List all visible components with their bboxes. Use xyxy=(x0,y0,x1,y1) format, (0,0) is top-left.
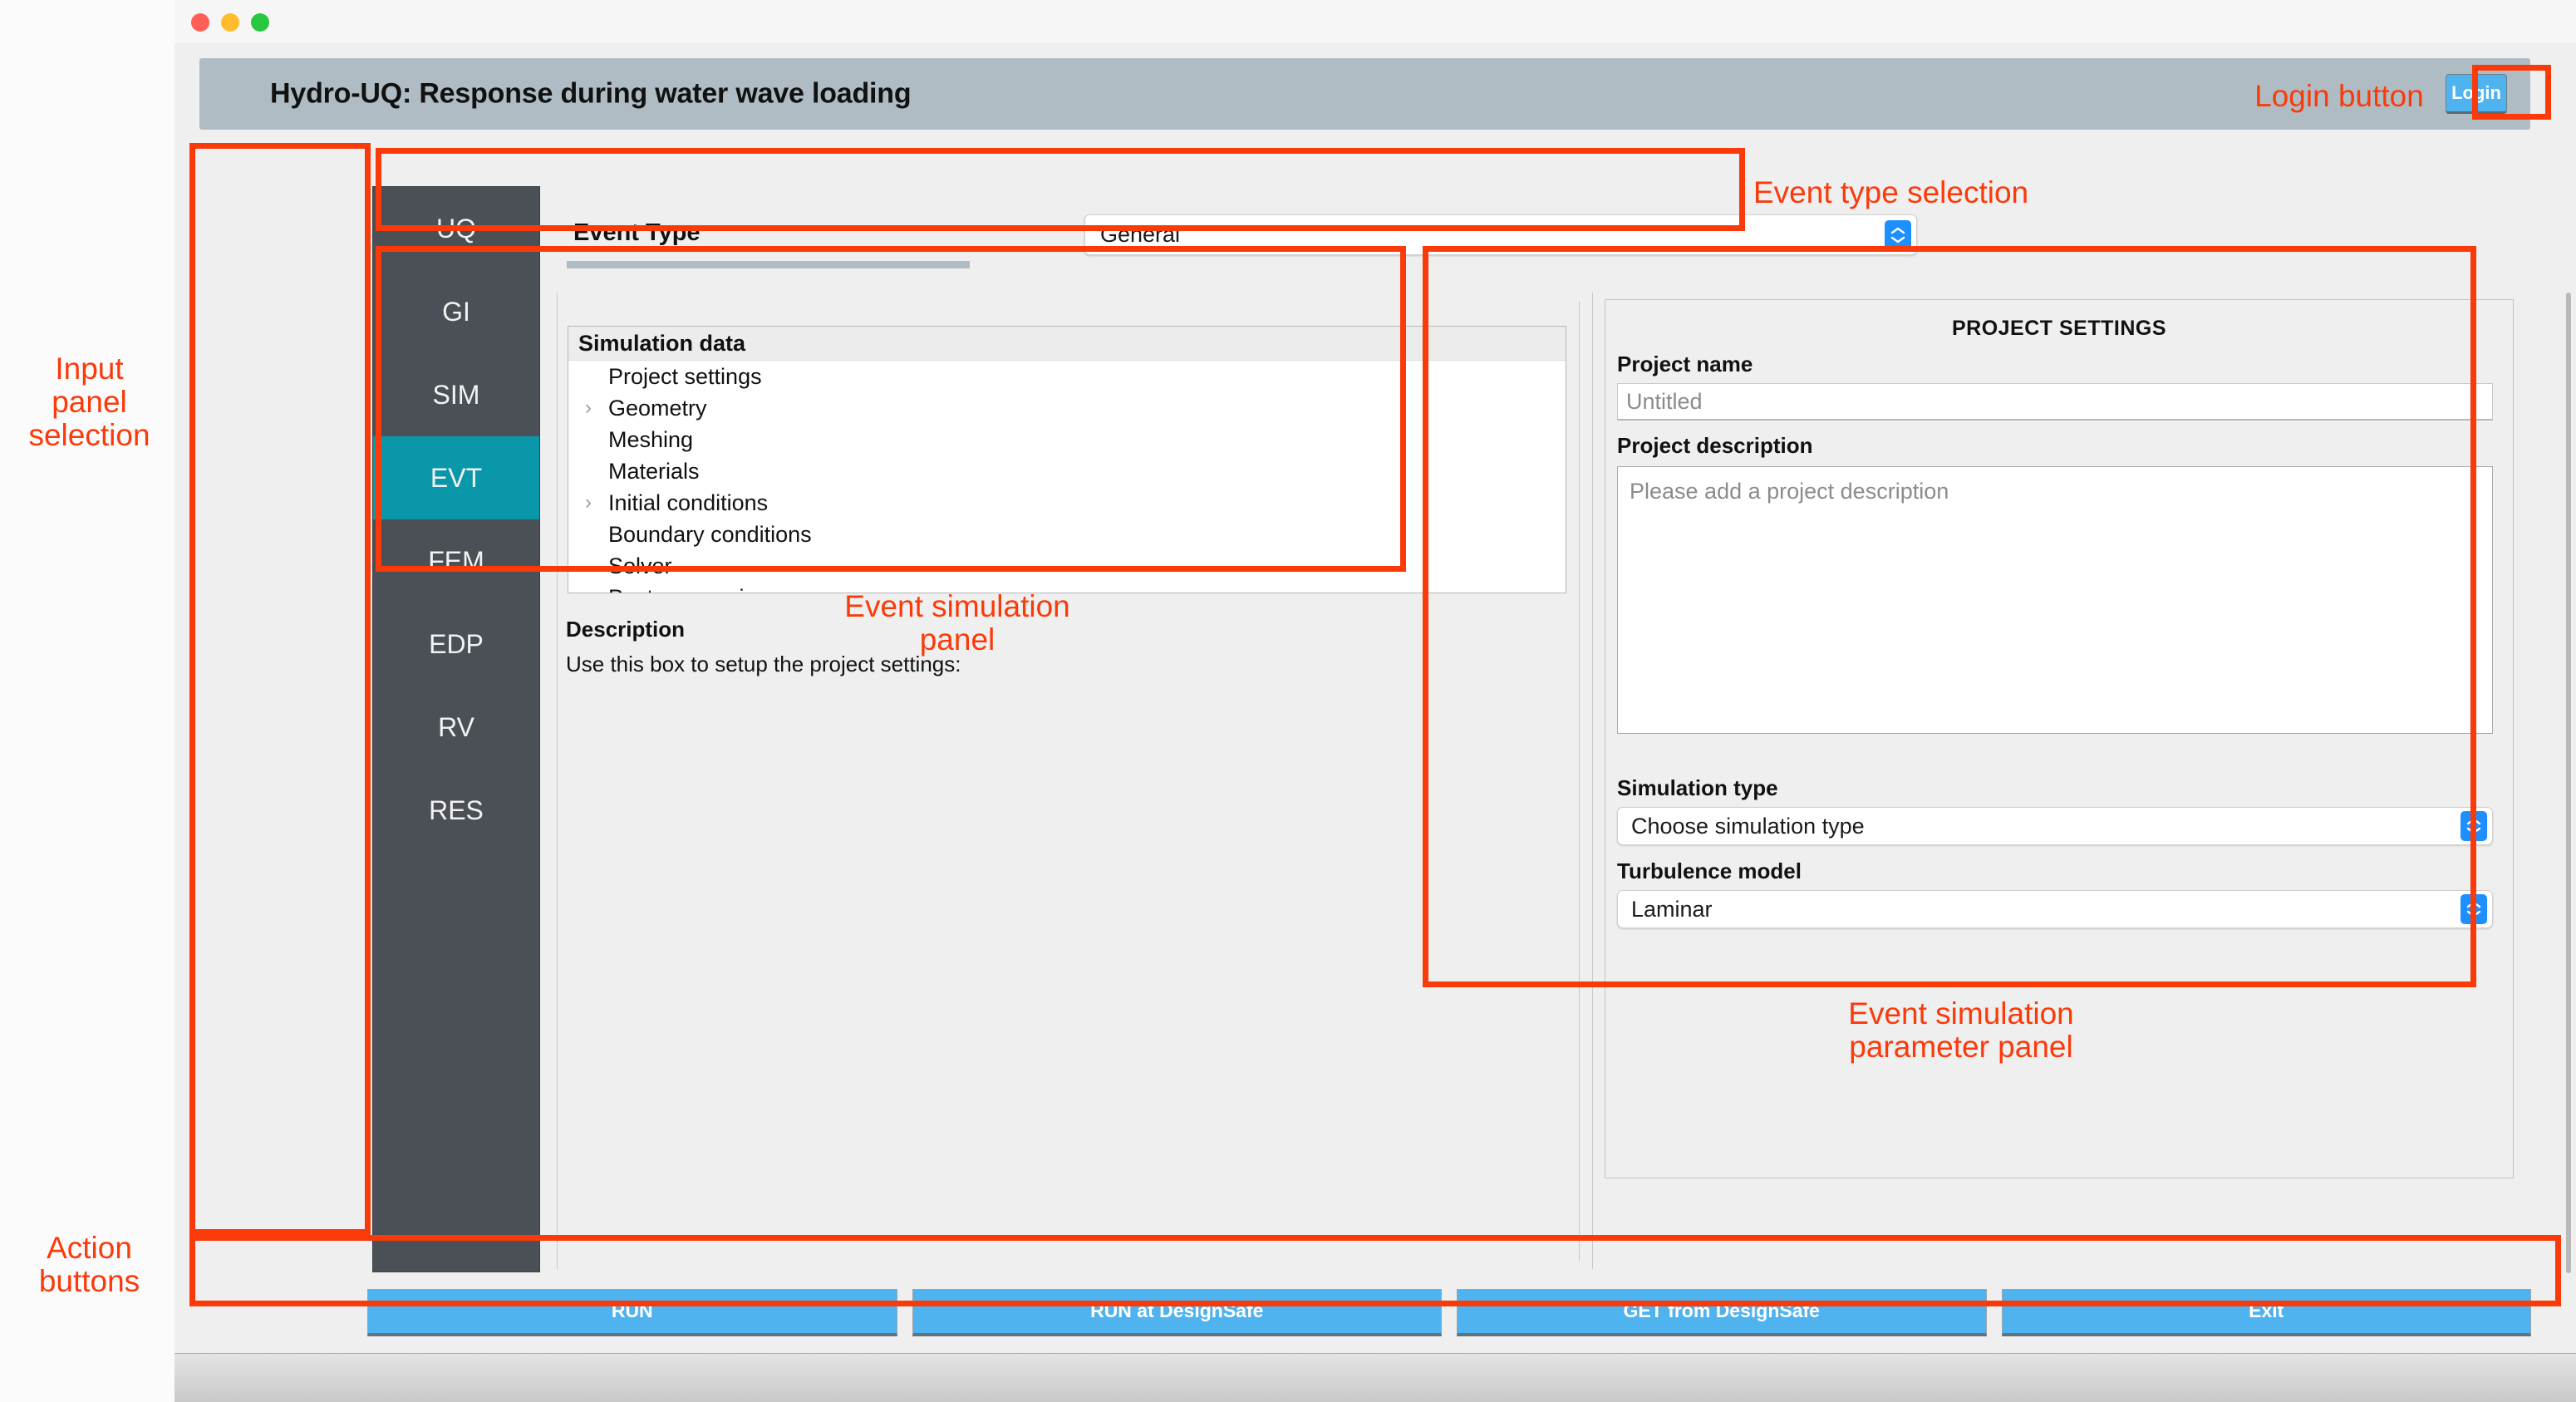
panel-divider xyxy=(1579,301,1580,1261)
chevron-updown-icon[interactable] xyxy=(2460,811,2487,841)
window-footer-bar xyxy=(175,1353,2576,1402)
turbulence-model-selected-value: Laminar xyxy=(1631,896,1713,922)
run-button[interactable]: RUN xyxy=(367,1288,897,1336)
sidebar-item-uq[interactable]: UQ xyxy=(373,187,539,270)
exit-button[interactable]: Exit xyxy=(2001,1288,2531,1336)
tree-item-initial-conditions[interactable]: › Initial conditions xyxy=(568,487,1566,519)
tree-header: Simulation data xyxy=(568,327,1566,361)
simulation-type-select[interactable]: Choose simulation type xyxy=(1617,807,2493,845)
turbulence-model-label: Turbulence model xyxy=(1617,858,1802,883)
event-type-underline xyxy=(567,261,970,268)
tree-item-boundary-conditions[interactable]: Boundary conditions xyxy=(568,519,1566,550)
simulation-type-label: Simulation type xyxy=(1617,775,1778,800)
sidebar-item-sim[interactable]: SIM xyxy=(373,353,539,436)
annotation-label-input-panel: Input panel selection xyxy=(28,352,150,452)
tree-item-label: Boundary conditions xyxy=(608,521,812,547)
sidebar-item-gi[interactable]: GI xyxy=(373,270,539,353)
event-simulation-panel: Simulation data Project settings › Geome… xyxy=(557,293,1578,1269)
close-window-icon[interactable] xyxy=(191,13,209,32)
project-name-placeholder: Untitled xyxy=(1626,388,1703,414)
annotation-label-action-buttons: Action buttons xyxy=(38,1231,140,1298)
action-buttons-bar: RUN RUN at DesignSafe GET from DesignSaf… xyxy=(367,1283,2531,1341)
sidebar-item-fem[interactable]: FEM xyxy=(373,519,539,603)
tree-header-label: Simulation data xyxy=(578,330,746,356)
description-title: Description xyxy=(566,617,686,642)
get-from-designsafe-button[interactable]: GET from DesignSafe xyxy=(1457,1288,1987,1336)
tree-item-geometry[interactable]: › Geometry xyxy=(568,392,1566,424)
project-name-field[interactable]: Untitled xyxy=(1617,383,2493,421)
minimize-window-icon[interactable] xyxy=(221,13,239,32)
input-panel-sidebar: UQ GI SIM EVT FEM EDP RV RES xyxy=(372,186,540,1272)
login-button[interactable]: Login xyxy=(2446,74,2507,114)
description-text: Use this box to setup the project settin… xyxy=(566,652,961,676)
project-description-placeholder: Please add a project description xyxy=(1630,479,1949,504)
project-name-label: Project name xyxy=(1617,352,1753,376)
tree-item-label: Materials xyxy=(608,458,700,484)
event-type-row: Event Type General xyxy=(557,198,1917,268)
tree-item-meshing[interactable]: Meshing xyxy=(568,424,1566,455)
project-description-label: Project description xyxy=(1617,433,1813,458)
tree-item-label: Geometry xyxy=(608,395,707,421)
tree-item-label: Project settings xyxy=(608,363,762,389)
event-type-select[interactable]: General xyxy=(1084,214,1917,255)
tree-item-project-settings[interactable]: Project settings xyxy=(568,361,1566,392)
turbulence-model-select[interactable]: Laminar xyxy=(1617,890,2493,928)
window-titlebar xyxy=(175,0,2576,44)
window-scrollbar[interactable] xyxy=(2566,293,2571,1273)
sidebar-item-evt[interactable]: EVT xyxy=(373,436,539,519)
maximize-window-icon[interactable] xyxy=(251,13,269,32)
tree-item-post-processing[interactable]: Post-processing xyxy=(568,582,1566,593)
application-window: Hydro-UQ: Response during water wave loa… xyxy=(175,0,2576,1402)
tree-item-materials[interactable]: Materials xyxy=(568,455,1566,487)
event-simulation-parameter-panel: PROJECT SETTINGS Project name Untitled P… xyxy=(1592,293,2532,1269)
chevron-right-icon[interactable]: › xyxy=(585,398,608,418)
sidebar-item-edp[interactable]: EDP xyxy=(373,603,539,686)
event-type-label: Event Type xyxy=(573,219,701,246)
tree-item-label: Initial conditions xyxy=(608,489,769,515)
project-settings-box: PROJECT SETTINGS Project name Untitled P… xyxy=(1605,299,2514,1178)
page-title: Hydro-UQ: Response during water wave loa… xyxy=(270,77,912,110)
project-description-textarea[interactable]: Please add a project description xyxy=(1617,466,2493,734)
sidebar-item-rv[interactable]: RV xyxy=(373,686,539,769)
chevron-right-icon[interactable]: › xyxy=(585,493,608,513)
event-type-selected-value: General xyxy=(1100,222,1181,247)
tree-item-label: Solver xyxy=(608,553,672,578)
simulation-type-selected-value: Choose simulation type xyxy=(1631,813,1865,839)
tree-item-label: Meshing xyxy=(608,426,694,452)
run-at-designsafe-button[interactable]: RUN at DesignSafe xyxy=(912,1288,1442,1336)
chevron-updown-icon[interactable] xyxy=(1885,219,1911,250)
application-body: Hydro-UQ: Response during water wave loa… xyxy=(175,43,2576,1402)
sidebar-item-res[interactable]: RES xyxy=(373,769,539,852)
project-settings-title: PROJECT SETTINGS xyxy=(1951,317,2167,340)
chevron-updown-icon[interactable] xyxy=(2460,894,2487,924)
tree-item-label: Post-processing xyxy=(608,585,769,593)
app-header-banner: Hydro-UQ: Response during water wave loa… xyxy=(199,58,2530,130)
tree-item-solver[interactable]: Solver xyxy=(568,550,1566,582)
simulation-data-tree[interactable]: Simulation data Project settings › Geome… xyxy=(568,326,1566,593)
